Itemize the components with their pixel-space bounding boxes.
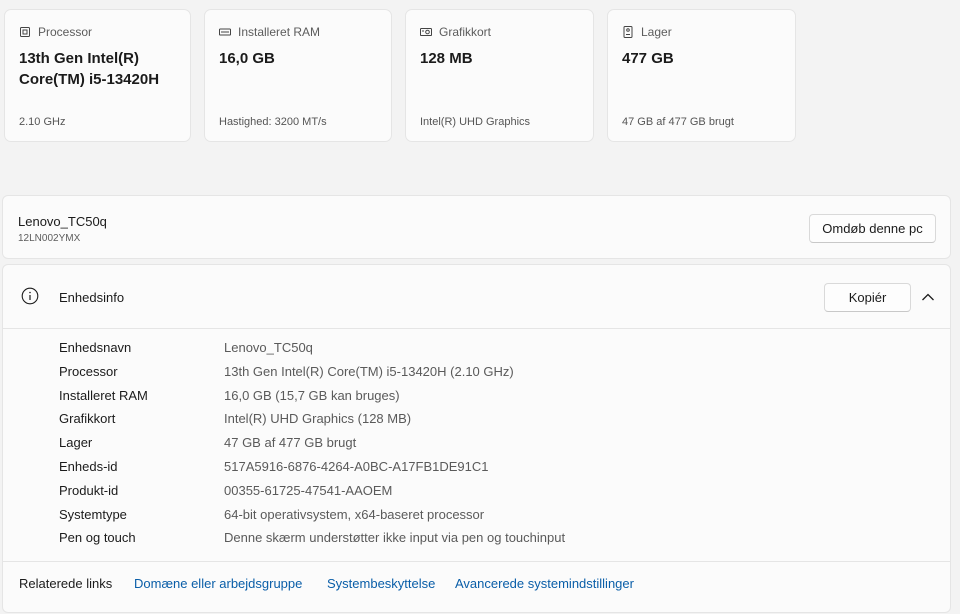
info-value: Intel(R) UHD Graphics (128 MB) [224,411,412,427]
info-value: Lenovo_TC50q [224,340,313,355]
card-subtext: Intel(R) UHD Graphics [420,116,531,128]
link-system-protection[interactable]: Systembeskyttelse [327,576,435,591]
rename-pc-button[interactable]: Omdøb denne pc [809,214,936,243]
device-info-title: Enhedsinfo [59,290,125,305]
info-value: 00355-61725-47541-AAOEM [224,482,393,498]
storage-card: Lager 477 GB 47 GB af 477 GB brugt [607,9,796,142]
processor-icon [20,27,30,37]
graphics-card-icon [420,28,432,36]
info-value: 47 GB af 477 GB brugt [224,435,357,451]
card-subtext: 47 GB af 477 GB brugt [622,116,734,128]
ram-card: Installeret RAM 16,0 GB Hastighed: 3200 … [204,9,392,142]
info-key: Produkt-id [59,482,119,498]
device-info-header[interactable]: Enhedsinfo Kopiér [3,265,950,329]
info-key: Systemtype [59,506,127,522]
card-subtext: 2.10 GHz [19,116,66,128]
storage-icon [623,26,633,38]
info-row: Processor 13th Gen Intel(R) Core(TM) i5-1… [59,363,565,387]
card-value: 477 GB [622,50,674,67]
card-value: 16,0 GB [219,50,275,67]
info-value: 13th Gen Intel(R) Core(TM) i5-13420H (2.… [224,363,514,379]
info-row: Installeret RAM 16,0 GB (15,7 GB kan brug… [59,387,565,411]
info-key: Processor [59,363,118,379]
copy-button[interactable]: Kopiér [824,283,911,312]
card-header: Lager [641,25,672,39]
info-value: 64-bit operativsystem, x64-baseret proce… [224,506,485,522]
card-header: Installeret RAM [238,25,321,39]
info-value: 16,0 GB (15,7 GB kan bruges) [224,387,400,403]
pc-model: 12LN002YMX [18,233,81,244]
card-value: 128 MB [420,50,473,67]
info-key: Enheds-id [59,458,118,474]
pc-name-panel: Lenovo_TC50q 12LN002YMX Omdøb denne pc [2,195,951,259]
card-subtext: Hastighed: 3200 MT/s [219,116,327,128]
ram-icon [219,28,231,36]
processor-card: Processor 13th Gen Intel(R) Core(TM) i5-… [4,9,191,142]
info-row: Pen og touch Denne skærm understøtter ikk… [59,529,565,553]
pc-name: Lenovo_TC50q [18,214,107,229]
card-header: Processor [38,25,93,39]
info-row: Enhedsnavn Lenovo_TC50q [59,339,565,363]
related-links-bar: Relaterede links Domæne eller arbejdsgru… [3,561,950,614]
device-info-panel: Enhedsinfo Kopiér Enhedsnavn Lenovo_TC50q… [2,264,951,613]
info-key: Pen og touch [59,530,136,546]
chevron-up-icon[interactable] [920,290,936,304]
info-key: Enhedsnavn [59,340,132,355]
info-value: 517A5916-6876-4264-A0BC-A17FB1DE91C1 [224,458,489,474]
info-row: Grafikkort Intel(R) UHD Graphics (128 MB) [59,410,565,434]
link-advanced-system-settings[interactable]: Avancerede systemindstillinger [455,576,634,591]
graphics-card: Grafikkort 128 MB Intel(R) UHD Graphics [405,9,594,142]
info-row: Systemtype 64-bit operativsystem, x64-bas… [59,506,565,530]
related-links-label: Relaterede links [19,576,113,591]
info-row: Enheds-id 517A5916-6876-4264-A0BC-A17FB1D… [59,458,565,482]
info-value: Denne skærm understøtter ikke input via … [224,530,566,546]
device-info-list: Enhedsnavn Lenovo_TC50q Processor 13th Gen… [59,339,565,553]
card-header: Grafikkort [439,25,492,39]
info-icon [21,287,39,305]
info-row: Produkt-id 00355-61725-47541-AAOEM [59,482,565,506]
info-key: Installeret RAM [59,387,148,403]
info-key: Lager [59,435,93,451]
card-value: 13th Gen Intel(R) Core(TM) i5-13420H [19,50,160,88]
info-key: Grafikkort [59,411,116,427]
link-domain-workgroup[interactable]: Domæne eller arbejdsgruppe [134,576,302,591]
info-row: Lager 47 GB af 477 GB brugt [59,434,565,458]
